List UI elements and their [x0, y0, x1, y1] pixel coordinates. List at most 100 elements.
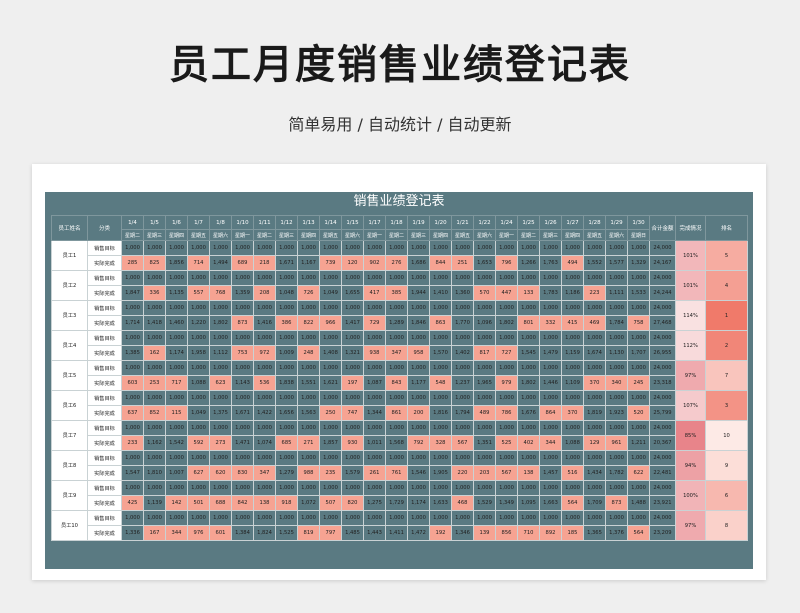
actual-cell: 273: [209, 435, 232, 451]
rank-cell: 7: [705, 360, 748, 391]
target-cell: 1,000: [341, 360, 364, 376]
table-row: 员工10 销售目标 1,000 1,000 1,000 1,000 1,000 1,000 1,…: [51, 510, 748, 541]
target-cell: 1,000: [187, 390, 210, 406]
header-date: 1/14: [319, 215, 342, 230]
actual-cell: 1,443: [363, 525, 386, 541]
target-cell: 1,000: [143, 450, 166, 466]
actual-cell: 208: [253, 285, 276, 301]
actual-cell: 223: [583, 285, 606, 301]
target-cell: 1,000: [187, 240, 210, 256]
target-cell: 1,000: [209, 330, 232, 346]
target-cell: 1,000: [385, 510, 408, 526]
target-total: 24,000: [649, 420, 676, 436]
target-cell: 1,000: [121, 240, 144, 256]
target-cell: 1,000: [297, 300, 320, 316]
actual-cell: 627: [187, 465, 210, 481]
target-cell: 1,000: [473, 450, 496, 466]
target-cell: 1,000: [143, 240, 166, 256]
target-cell: 1,000: [451, 390, 474, 406]
target-cell: 1,000: [143, 270, 166, 286]
actual-cell: 250: [319, 405, 342, 421]
category-actual: 实际完成: [87, 495, 122, 511]
header-date: 1/26: [539, 215, 562, 230]
target-cell: 1,000: [385, 450, 408, 466]
actual-cell: 197: [341, 375, 364, 391]
target-cell: 1,000: [253, 480, 276, 496]
actual-cell: 570: [473, 285, 496, 301]
target-cell: 1,000: [253, 330, 276, 346]
actual-cell: 1,007: [165, 465, 188, 481]
actual-cell: 1,802: [209, 315, 232, 331]
category-target: 销售目标: [87, 240, 122, 256]
actual-cell: 501: [187, 495, 210, 511]
target-cell: 1,000: [275, 420, 298, 436]
actual-cell: 1,545: [517, 345, 540, 361]
header-employee: 员工姓名: [51, 215, 88, 241]
actual-cell: 1,402: [451, 345, 474, 361]
target-cell: 1,000: [187, 480, 210, 496]
target-cell: 1,000: [517, 480, 540, 496]
completion-rate: 101%: [675, 270, 706, 301]
target-cell: 1,000: [209, 240, 232, 256]
target-cell: 1,000: [363, 480, 386, 496]
actual-total: 24,167: [649, 255, 676, 271]
actual-cell: 167: [143, 525, 166, 541]
target-cell: 1,000: [539, 330, 562, 346]
target-cell: 1,000: [407, 420, 430, 436]
header-date: 1/21: [451, 215, 474, 230]
actual-cell: 1,360: [451, 285, 474, 301]
actual-cell: 892: [539, 525, 562, 541]
actual-cell: 425: [121, 495, 144, 511]
actual-cell: 494: [561, 255, 584, 271]
target-cell: 1,000: [319, 300, 342, 316]
target-cell: 1,000: [605, 300, 628, 316]
target-cell: 1,000: [341, 240, 364, 256]
actual-cell: 370: [583, 375, 606, 391]
category-target: 销售目标: [87, 360, 122, 376]
target-cell: 1,000: [385, 270, 408, 286]
header-date: 1/30: [627, 215, 650, 230]
target-cell: 1,000: [121, 390, 144, 406]
target-cell: 1,000: [319, 420, 342, 436]
actual-cell: 1,525: [275, 525, 298, 541]
target-cell: 1,000: [253, 240, 276, 256]
target-cell: 1,000: [539, 360, 562, 376]
header-date: 1/29: [605, 215, 628, 230]
target-total: 24,000: [649, 360, 676, 376]
target-cell: 1,000: [341, 270, 364, 286]
target-cell: 1,000: [473, 240, 496, 256]
actual-cell: 1,633: [429, 495, 452, 511]
actual-cell: 1,551: [297, 375, 320, 391]
target-cell: 1,000: [297, 420, 320, 436]
target-cell: 1,000: [385, 300, 408, 316]
target-cell: 1,000: [517, 270, 540, 286]
actual-cell: 1,365: [583, 525, 606, 541]
rank-cell: 8: [705, 510, 748, 541]
actual-cell: 1,663: [539, 495, 562, 511]
actual-cell: 1,174: [165, 345, 188, 361]
actual-cell: 1,095: [517, 495, 540, 511]
actual-cell: 1,289: [385, 315, 408, 331]
target-cell: 1,000: [517, 240, 540, 256]
target-cell: 1,000: [539, 390, 562, 406]
actual-cell: 1,656: [275, 405, 298, 421]
actual-cell: 1,130: [605, 345, 628, 361]
employee-name: 员工2: [51, 270, 88, 301]
actual-cell: 162: [143, 345, 166, 361]
sheet-card: 销售业绩登记表 员工姓名 分类 1/4 1/5 1/6 1/7 1/8 1/10 1/11 1/1…: [32, 164, 766, 580]
sheet-title: 销售业绩登记表: [353, 194, 445, 209]
table-row: 实际完成 637 852 115 1,049 1,375 1,671 1,422 1,656 1,…: [52, 405, 748, 421]
target-cell: 1,000: [627, 300, 650, 316]
table-row: 实际完成 1,547 1,810 1,007 627 620 830 347 1,279 988 2…: [52, 465, 748, 481]
target-cell: 1,000: [451, 330, 474, 346]
table-row: 员工4 销售目标 1,000 1,000 1,000 1,000 1,000 1,000 1,0…: [51, 330, 748, 361]
actual-cell: 1,048: [275, 285, 298, 301]
actual-cell: 332: [539, 315, 562, 331]
actual-cell: 1,479: [539, 345, 562, 361]
completion-rate: 85%: [675, 420, 706, 451]
actual-cell: 564: [627, 525, 650, 541]
target-cell: 1,000: [539, 300, 562, 316]
target-total: 24,000: [649, 240, 676, 256]
actual-cell: 1,707: [627, 345, 650, 361]
target-cell: 1,000: [187, 420, 210, 436]
